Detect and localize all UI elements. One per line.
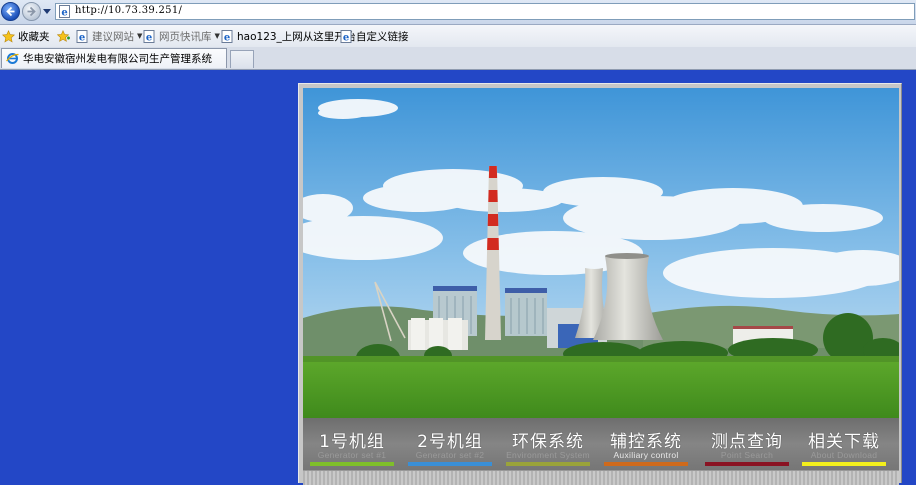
menu-color-bar [408,462,492,466]
url-input[interactable]: e http://10.73.39.251/ [55,3,915,20]
page-body: 1号机组 Generator set #1 2号机组 Generator set… [0,70,916,485]
fav-link-label: hao123_上网从这里开始 [237,30,356,43]
menu-label-en: About Download [810,450,878,460]
web-slice-icon: e [143,29,155,43]
tab-active[interactable]: 华电安徽宿州发电有限公司生产管理系统 [1,48,227,68]
forward-arrow-icon [27,6,36,17]
back-arrow-icon [6,6,15,17]
menu-label-cn: 相关下载 [808,432,880,452]
menu-label-cn: 测点查询 [711,432,783,452]
chevron-down-icon: ▼ [214,32,220,40]
menu-label-en: Generator set #1 [317,450,387,460]
add-favorite-icon [57,29,70,42]
forward-button[interactable] [22,2,41,21]
menu-label-cn: 2号机组 [417,432,483,452]
ie-icon: e [340,29,352,43]
menu-label-cn: 环保系统 [512,432,584,452]
fav-link-label: 网页快讯库 [159,30,212,43]
fav-link-custom-links[interactable]: e 自定义链接 [340,28,409,44]
menu-color-bar [604,462,688,466]
svg-text:e: e [61,8,67,19]
menu-point-search[interactable]: 测点查询 Point Search [699,418,795,470]
history-dropdown-icon[interactable] [43,9,51,15]
menu-label-en: Environment System [506,450,590,460]
svg-text:e: e [79,32,85,43]
menu-generator-set-2[interactable]: 2号机组 Generator set #2 [402,418,498,470]
ie-icon: e [221,29,233,43]
menu-environment-system[interactable]: 环保系统 Environment System [500,418,596,470]
power-plant-photo [303,88,899,418]
menu-color-bar [705,462,789,466]
add-favorite-button[interactable] [57,28,71,44]
svg-text:e: e [224,32,230,43]
ie-logo-icon [6,53,19,64]
menu-auxiliary-control[interactable]: 辅控系统 Auxiliary control [598,418,694,470]
svg-text:e: e [343,32,349,43]
menu-color-bar [802,462,886,466]
tab-bar: 华电安徽宿州发电有限公司生产管理系统 [0,47,916,70]
ie-icon: e [76,29,88,43]
tab-title: 华电安徽宿州发电有限公司生产管理系统 [23,53,212,65]
menu-label-en: Point Search [720,450,774,460]
favorites-bar: 收藏夹 e 建议网站 ▼ e 网页快讯库 ▼ e hao123_上网从这里开始 … [0,25,916,48]
page-icon: e [59,5,70,19]
address-bar: e http://10.73.39.251/ [0,0,916,25]
menu-about-download[interactable]: 相关下载 About Download [796,418,892,470]
power-plant-image [303,88,899,418]
favorites-button[interactable]: 收藏夹 [2,28,50,44]
menu-color-bar [506,462,590,466]
main-menu: 1号机组 Generator set #1 2号机组 Generator set… [303,418,899,470]
fav-link-label: 建议网站 [92,30,134,43]
star-icon [2,29,15,43]
menu-generator-set-1[interactable]: 1号机组 Generator set #1 [304,418,400,470]
menu-label-cn: 辅控系统 [610,432,682,452]
back-button[interactable] [1,2,20,21]
fav-link-suggested-sites[interactable]: e 建议网站 ▼ [76,28,142,44]
menu-label-en: Generator set #2 [415,450,485,460]
portal-frame: 1号机组 Generator set #1 2号机组 Generator set… [298,83,902,485]
favorites-label: 收藏夹 [18,30,50,43]
new-tab-button[interactable] [230,50,254,68]
fav-link-hao123[interactable]: e hao123_上网从这里开始 [221,28,355,44]
svg-text:e: e [146,32,152,43]
menu-label-cn: 1号机组 [319,432,385,452]
menu-label-en: Auxiliary control [613,450,679,460]
menu-color-bar [310,462,394,466]
url-text[interactable]: http://10.73.39.251/ [75,5,182,16]
chevron-down-icon: ▼ [137,32,143,40]
fav-link-web-slices[interactable]: e 网页快讯库 ▼ [143,28,220,44]
fav-link-label: 自定义链接 [356,30,409,43]
